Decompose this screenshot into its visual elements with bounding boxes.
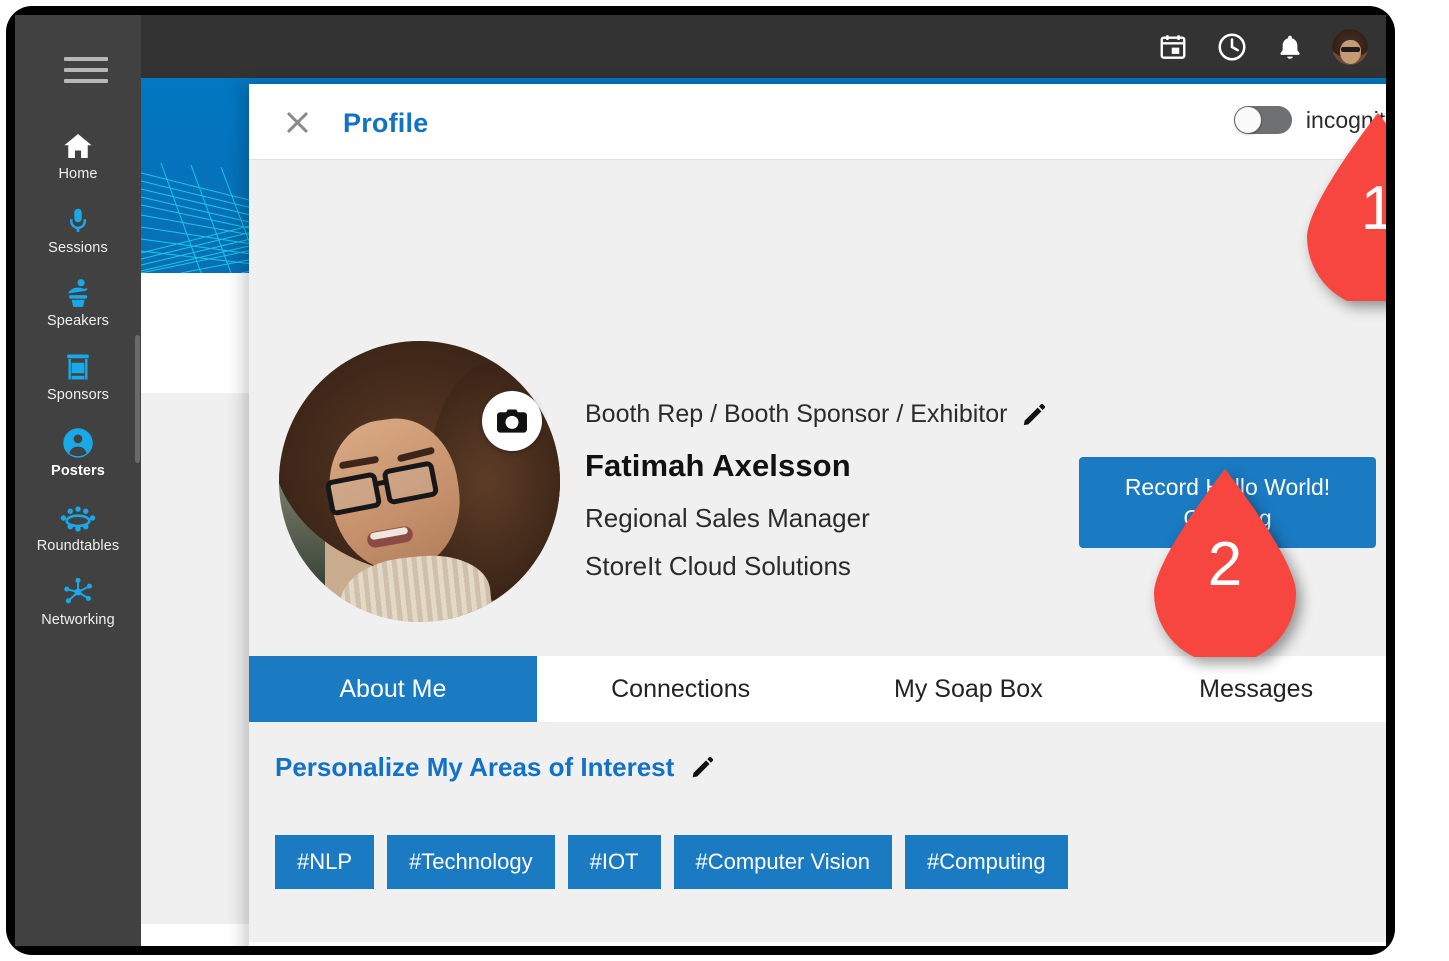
modal-header: Profile incognito [249,84,1386,160]
interest-chip[interactable]: #IOT [567,835,661,889]
annotation-number: 2 [1207,530,1243,599]
hamburger-menu-icon[interactable] [64,57,108,87]
tab-my-soap-box[interactable]: My Soap Box [824,656,1113,722]
toggle-knob [1234,107,1261,133]
pencil-icon[interactable] [690,755,715,780]
app-viewport: Home Sessions Speakers Sponsors Posters … [15,15,1386,946]
sidebar-label: Roundtables [36,538,120,554]
sidebar-scrollbar[interactable] [135,335,140,463]
areas-of-interest-header: Personalize My Areas of Interest [249,722,1386,783]
areas-of-interest-section: Personalize My Areas of Interest #NLP #T… [249,722,1386,889]
network-icon [15,573,141,611]
areas-of-interest-title: Personalize My Areas of Interest [275,752,675,782]
profile-company: StoreIt Cloud Solutions [585,551,851,581]
hamburger-bar [64,79,108,83]
sidebar-item-sponsors[interactable]: Sponsors [15,348,141,404]
annotation-marker-1: 1 [1303,111,1386,301]
sidebar-item-sessions[interactable]: Sessions [15,201,141,257]
annotation-number: 1 [1360,174,1386,243]
interest-chip[interactable]: #Technology [387,835,555,889]
sidebar-label: Home [58,166,98,182]
clock-icon[interactable] [1216,31,1248,63]
profile-jobtitle: Regional Sales Manager [585,503,870,533]
close-icon[interactable] [281,106,313,138]
modal-bottom-strip [249,942,1386,946]
topbar-icon-group [1158,15,1368,78]
bell-icon[interactable] [1276,32,1304,62]
interest-chip[interactable]: #Computer Vision [673,835,892,889]
person-icon [15,424,141,462]
sidebar-item-roundtables[interactable]: Roundtables [15,499,141,555]
microphone-icon [15,201,141,239]
profile-role-line: Booth Rep / Booth Sponsor / Exhibitor [585,400,1047,429]
hamburger-bar [64,68,108,72]
avatar-glasses [1341,46,1360,52]
interest-chip[interactable]: #NLP [275,835,375,889]
profile-name: Fatimah Axelsson [585,448,851,483]
sidebar-item-networking[interactable]: Networking [15,573,141,629]
interest-chip-list: #NLP #Technology #IOT #Computer Vision #… [249,783,1386,889]
sidebar-item-posters[interactable]: Posters [15,424,141,480]
sidebar-label: Speakers [46,313,110,329]
profile-tabs: About Me Connections My Soap Box Message… [249,656,1386,722]
calendar-icon[interactable] [1158,32,1188,62]
page-title: Profile [343,108,429,138]
roundtable-icon [15,499,141,537]
avatar-face [1340,39,1361,64]
sidebar-label: Sponsors [46,387,110,403]
annotation-marker-2: 2 [1150,467,1300,657]
home-icon [15,127,141,165]
sidebar-item-home[interactable]: Home [15,127,141,183]
top-navigation-bar [141,15,1386,78]
tab-messages[interactable]: Messages [1112,656,1386,722]
profile-photo[interactable] [279,341,560,622]
booth-icon [15,348,141,386]
podium-icon [15,274,141,312]
incognito-toggle[interactable] [1233,106,1292,134]
interest-chip[interactable]: #Computing [904,835,1068,889]
camera-icon[interactable] [482,391,542,451]
sidebar-label: Posters [51,463,105,479]
device-frame: Home Sessions Speakers Sponsors Posters … [6,6,1395,955]
hamburger-bar [64,57,108,61]
sidebar-label: Sessions [48,240,108,256]
pencil-icon[interactable] [1021,402,1047,428]
tab-connections[interactable]: Connections [536,656,825,722]
profile-role: Booth Rep / Booth Sponsor / Exhibitor [585,400,1008,428]
sidebar-label: Networking [41,612,115,628]
user-avatar[interactable] [1332,28,1368,65]
left-sidebar: Home Sessions Speakers Sponsors Posters … [15,15,141,946]
sidebar-item-speakers[interactable]: Speakers [15,274,141,330]
tab-about-me[interactable]: About Me [249,656,537,722]
